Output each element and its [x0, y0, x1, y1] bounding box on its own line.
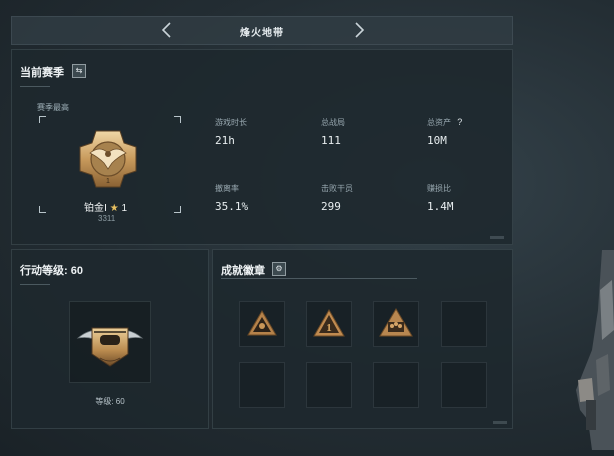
stat-extraction-rate: 撤离率 35.1%	[215, 183, 248, 213]
chevron-right-icon[interactable]	[352, 21, 366, 39]
badge-slot-empty[interactable]	[441, 362, 487, 408]
star-icon: ★	[109, 203, 119, 214]
corner-decoration	[493, 421, 507, 424]
title-underline	[221, 278, 417, 279]
stat-value: 35.1%	[215, 200, 249, 213]
badges-title: 成就徽章	[221, 265, 265, 277]
badge-slot-empty[interactable]	[239, 362, 285, 408]
rank-name-text: 铂金Ⅰ	[84, 203, 107, 214]
squad-badge-icon	[379, 308, 413, 337]
svg-text:1: 1	[106, 178, 110, 185]
swap-icon[interactable]: ⇆	[72, 64, 86, 78]
frame-corner	[174, 206, 181, 213]
badge-slot-empty[interactable]	[441, 301, 487, 347]
level-caption: 等级: 60	[95, 397, 125, 406]
stat-value: 111	[321, 134, 341, 147]
stat-total-assets: 总资产 ? 10M	[427, 117, 462, 147]
helicopter-level-emblem-icon	[76, 327, 144, 367]
action-level-panel: 行动等级: 60 等级: 60	[11, 249, 209, 429]
season-title: 当前赛季	[20, 67, 64, 79]
badge-slot-empty[interactable]	[306, 362, 352, 408]
stat-label: 游戏时长	[215, 118, 247, 127]
svg-text:1: 1	[326, 322, 332, 334]
title-underline	[20, 284, 50, 285]
stat-value: 1.4M	[427, 200, 454, 213]
level-title: 行动等级: 60	[20, 265, 83, 277]
stat-label: 总战局	[321, 118, 345, 127]
stat-label: 击败干员	[321, 184, 353, 193]
hazard-badge-icon	[247, 310, 277, 336]
rank-score: 3311	[98, 214, 116, 223]
operator-character-image	[576, 250, 614, 450]
corner-decoration	[490, 236, 504, 239]
current-season-panel: 当前赛季 ⇆ 赛季最高 1 铂金Ⅰ ★ 1 3311 游戏时长 21h 总战局 …	[11, 49, 513, 245]
frame-corner	[174, 116, 181, 123]
frame-corner	[39, 206, 46, 213]
badge-slot[interactable]	[373, 301, 419, 347]
badge-slot-empty[interactable]	[373, 362, 419, 408]
stat-play-time: 游戏时长 21h	[215, 117, 247, 147]
rank-one-badge-icon: 1	[313, 308, 345, 337]
platinum-rank-emblem-icon: 1	[79, 130, 137, 188]
stat-label: 赚损比	[427, 184, 451, 193]
badge-slot[interactable]: 1	[306, 301, 352, 347]
stat-profit-loss-ratio: 赚损比 1.4M	[427, 183, 454, 213]
title-underline	[20, 86, 50, 87]
frame-corner	[39, 116, 46, 123]
stat-value: 21h	[215, 134, 235, 147]
stat-label-text: 总资产	[427, 118, 451, 127]
level-emblem-frame	[69, 301, 151, 383]
help-icon[interactable]: ?	[457, 117, 462, 127]
map-title: 烽火地带	[240, 28, 284, 39]
stat-value: 299	[321, 200, 341, 213]
stat-total-matches: 总战局 111	[321, 117, 345, 147]
stat-label: 总资产 ?	[427, 117, 462, 128]
rank-stars: 1	[121, 203, 128, 214]
stat-label: 撤离率	[215, 184, 239, 193]
season-peak-label: 赛季最高	[37, 103, 69, 112]
rank-name: 铂金Ⅰ ★ 1	[84, 199, 127, 214]
stat-value: 10M	[427, 134, 447, 147]
stat-operators-defeated: 击败干员 299	[321, 183, 353, 213]
achievement-badges-panel: 成就徽章 ⚙ 1	[212, 249, 513, 429]
badge-slot[interactable]	[239, 301, 285, 347]
gear-icon[interactable]: ⚙	[272, 262, 286, 276]
map-selector-bar: 烽火地带	[11, 16, 513, 45]
